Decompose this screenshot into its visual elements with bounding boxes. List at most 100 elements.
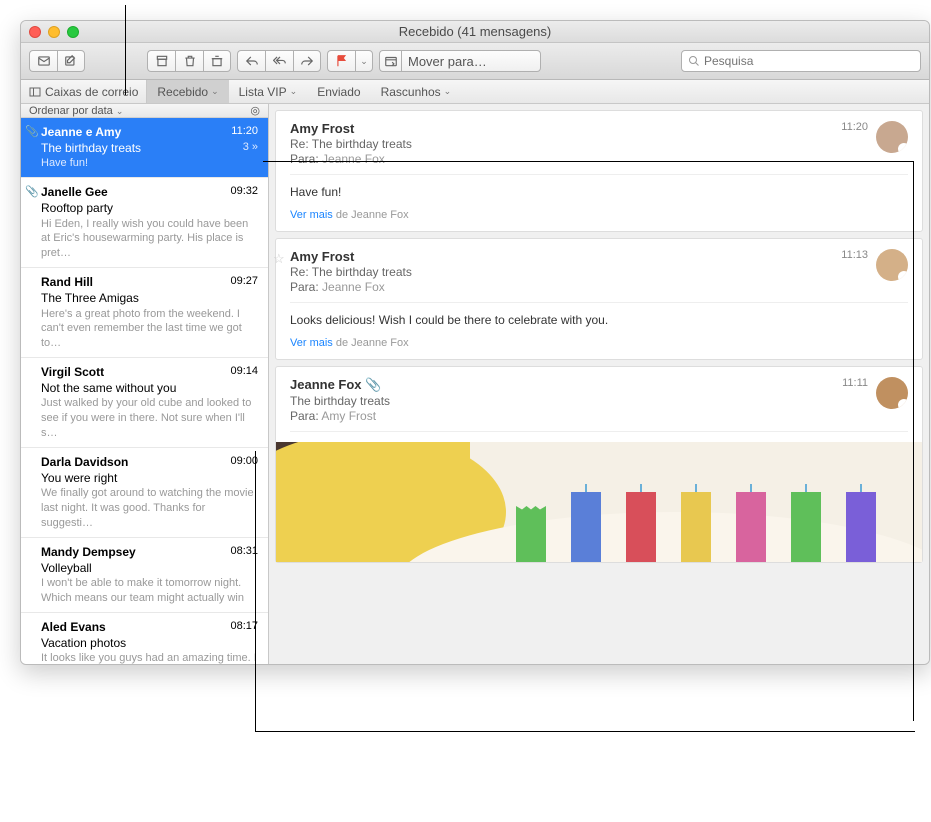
- traffic-lights: [29, 26, 79, 38]
- search-field[interactable]: [681, 50, 921, 72]
- message-card[interactable]: ☆ Amy FrostRe: The birthday treatsPara: J…: [275, 238, 923, 360]
- flag-menu-button[interactable]: ⌄: [355, 50, 373, 72]
- preview-text: Hi Eden, I really wish you could have be…: [41, 217, 258, 262]
- preview-pane: Amy FrostRe: The birthday treatsPara: Je…: [269, 104, 929, 664]
- message-row[interactable]: 📎Janelle Gee 09:32 Rooftop partyHi Eden, I…: [21, 178, 268, 268]
- mailboxes-toggle[interactable]: Caixas de correio: [21, 80, 147, 103]
- reply-button[interactable]: [237, 50, 265, 72]
- search-input[interactable]: [704, 54, 914, 68]
- sidebar-icon: [29, 87, 41, 97]
- time: 11:11: [842, 377, 868, 389]
- to: Amy Frost: [321, 409, 376, 423]
- attachment-icon: 📎: [25, 185, 39, 200]
- time: 11:20: [231, 124, 258, 140]
- subject: You were right: [41, 470, 117, 486]
- see-more-link[interactable]: Ver mais de Jeanne Fox: [290, 337, 908, 349]
- move-to-button[interactable]: Mover para…: [401, 50, 541, 72]
- junk-button[interactable]: [203, 50, 231, 72]
- avatar[interactable]: [876, 377, 908, 409]
- sender: Aled Evans: [41, 619, 106, 635]
- subject: Not the same without you: [41, 380, 176, 396]
- subject: The birthday treats: [41, 140, 141, 156]
- to-label: Para:: [290, 280, 319, 294]
- preview-text: Just walked by your old cube and looked …: [41, 396, 258, 441]
- forward-button[interactable]: [293, 50, 321, 72]
- attachment-icon: 📎: [25, 125, 39, 140]
- message-list-items: 📎Jeanne e Amy11:20The birthday treats3 »…: [21, 118, 268, 664]
- star-icon[interactable]: ☆: [273, 251, 285, 267]
- message-body: Have fun!: [290, 185, 908, 199]
- to-label: Para:: [290, 152, 319, 166]
- sender: Darla Davidson: [41, 454, 128, 470]
- subject: The Three Amigas: [41, 290, 139, 306]
- fav-item-lista-vip[interactable]: Lista VIP ⌄: [229, 80, 308, 103]
- reply-all-button[interactable]: [265, 50, 293, 72]
- sender: Janelle Gee: [41, 184, 108, 200]
- move-icon-button[interactable]: [379, 50, 401, 72]
- window-title: Recebido (41 mensagens): [399, 24, 551, 39]
- delete-button[interactable]: [175, 50, 203, 72]
- list-header: Ordenar por data ⌄ ◎: [21, 104, 268, 118]
- avatar[interactable]: [876, 249, 908, 281]
- subject: Rooftop party: [41, 200, 113, 216]
- message-card[interactable]: Amy FrostRe: The birthday treatsPara: Je…: [275, 110, 923, 232]
- attachment-icon: 📎: [365, 377, 381, 392]
- see-more-link[interactable]: Ver mais de Jeanne Fox: [290, 209, 908, 221]
- preview-text: I won't be able to make it tomorrow nigh…: [41, 576, 258, 606]
- message-row[interactable]: Darla Davidson 09:00 You were rightWe fina…: [21, 448, 268, 538]
- sort-button[interactable]: Ordenar por data ⌄: [29, 105, 123, 117]
- titlebar[interactable]: Recebido (41 mensagens): [21, 21, 929, 43]
- message-body: Looks delicious! Wish I could be there t…: [290, 313, 908, 327]
- to-label: Para:: [290, 409, 319, 423]
- preview-text: We finally got around to watching the mo…: [41, 486, 258, 531]
- toolbar: ⌄ Mover para…: [21, 43, 929, 80]
- time: 11:13: [841, 249, 868, 261]
- from: Amy Frost: [290, 249, 841, 264]
- from: Jeanne Fox 📎: [290, 377, 842, 393]
- message-row[interactable]: Virgil Scott 09:14 Not the same without yo…: [21, 358, 268, 448]
- time: 08:31: [230, 544, 258, 560]
- sender: Jeanne e Amy: [41, 124, 121, 140]
- preview-text: It looks like you guys had an amazing ti…: [41, 651, 258, 664]
- time: 09:14: [230, 364, 258, 380]
- main-body: Ordenar por data ⌄ ◎ 📎Jeanne e Amy11:20T…: [21, 104, 929, 664]
- archive-button[interactable]: [147, 50, 175, 72]
- compose-button[interactable]: [57, 50, 85, 72]
- minimize-window-button[interactable]: [48, 26, 60, 38]
- fav-item-rascunhos[interactable]: Rascunhos ⌄: [371, 80, 462, 103]
- message-row[interactable]: Rand Hill09:27The Three AmigasHere's a g…: [21, 268, 268, 358]
- sender: Rand Hill: [41, 274, 93, 290]
- time: 09:00: [230, 454, 258, 470]
- message-card[interactable]: Jeanne Fox 📎The birthday treatsPara: Amy…: [275, 366, 923, 563]
- search-icon: [688, 55, 700, 67]
- zoom-window-button[interactable]: [67, 26, 79, 38]
- attachment-image[interactable]: [276, 442, 922, 562]
- subject: The birthday treats: [290, 394, 842, 408]
- fav-item-recebido[interactable]: Recebido ⌄: [147, 80, 228, 103]
- subject: Re: The birthday treats: [290, 265, 841, 279]
- get-mail-button[interactable]: [29, 50, 57, 72]
- time: 08:17: [230, 619, 258, 635]
- sender: Virgil Scott: [41, 364, 104, 380]
- thread-count: 3 »: [243, 140, 258, 156]
- message-list: Ordenar por data ⌄ ◎ 📎Jeanne e Amy11:20T…: [21, 104, 269, 664]
- message-row[interactable]: Mandy Dempsey08:31VolleyballI won't be a…: [21, 538, 268, 613]
- from: Amy Frost: [290, 121, 841, 136]
- time: 09:32: [230, 184, 258, 200]
- time: 11:20: [841, 121, 868, 133]
- message-row[interactable]: Aled Evans08:17Vacation photosIt looks l…: [21, 613, 268, 664]
- subject: Re: The birthday treats: [290, 137, 841, 151]
- time: 09:27: [230, 274, 258, 290]
- move-to-label: Mover para…: [408, 54, 487, 69]
- preview-text: Have fun!: [41, 156, 258, 171]
- subject: Volleyball: [41, 560, 92, 576]
- message-row[interactable]: 📎Jeanne e Amy 11:20 The birthday treats 3 »…: [21, 118, 268, 178]
- contact-icon[interactable]: ◎: [250, 104, 260, 117]
- mail-window: Recebido (41 mensagens) ⌄ Mover para…: [20, 20, 930, 665]
- flag-button[interactable]: [327, 50, 355, 72]
- close-window-button[interactable]: [29, 26, 41, 38]
- fav-item-enviado[interactable]: Enviado: [307, 80, 370, 103]
- to: Jeanne Fox: [322, 280, 385, 294]
- favorites-bar: Caixas de correio Recebido ⌄Lista VIP ⌄E…: [21, 80, 929, 104]
- avatar[interactable]: [876, 121, 908, 153]
